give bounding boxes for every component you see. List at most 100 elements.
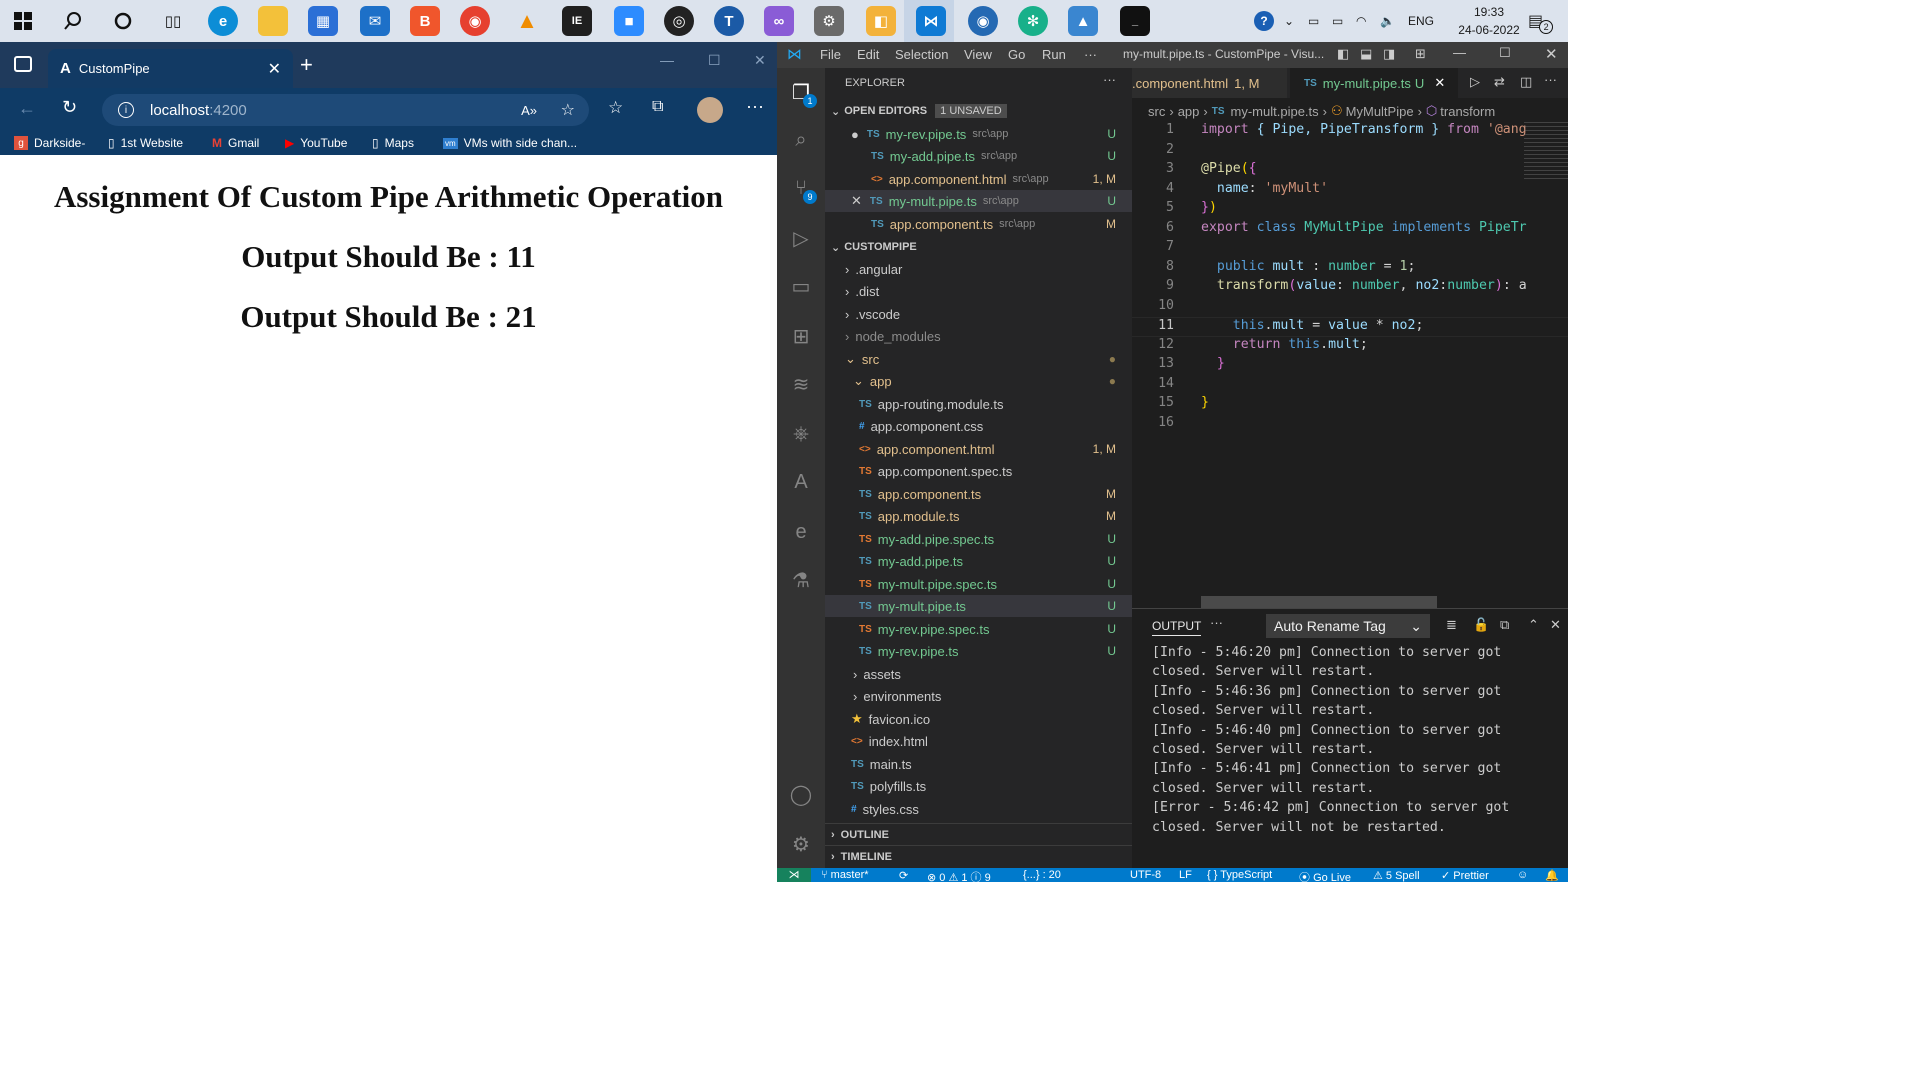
file-item[interactable]: TS my-add.pipe.spec.ts U	[825, 528, 1132, 550]
file-item[interactable]: TS my-add.pipe.ts U	[825, 550, 1132, 572]
minimize-icon[interactable]: —	[660, 52, 674, 68]
windows-start-icon[interactable]	[8, 6, 38, 36]
task-view-icon[interactable]: ▯▯	[158, 6, 188, 36]
editor-tab-my-mult[interactable]: TS my-mult.pipe.ts U ✕	[1290, 68, 1458, 98]
language-indicator[interactable]: ENG	[1408, 0, 1434, 42]
collections-icon[interactable]: ⧉	[652, 98, 663, 116]
open-editor-item[interactable]: ● TS my-rev.pipe.ts src\app U	[825, 123, 1132, 145]
file-item[interactable]: <> app.component.html 1, M	[825, 438, 1132, 460]
refresh-icon[interactable]: ↻	[62, 97, 77, 118]
toggle-sidebar-icon[interactable]: ◧	[1337, 46, 1349, 62]
eol-indicator[interactable]: LF	[1179, 869, 1192, 881]
outline-header[interactable]: › OUTLINE	[825, 823, 1132, 845]
file-item[interactable]: TS app.component.spec.ts	[825, 460, 1132, 482]
lock-scroll-icon[interactable]: 🔓	[1473, 617, 1489, 633]
tray-help-icon[interactable]: ?	[1254, 0, 1274, 42]
maximize-icon[interactable]: ☐	[1499, 45, 1511, 61]
menu-selection[interactable]: Selection	[895, 47, 948, 62]
maximize-icon[interactable]: ☐	[708, 52, 721, 69]
favorite-vms[interactable]: vm VMs with side chan...	[443, 136, 577, 150]
extensions-icon[interactable]: ⊞	[787, 322, 815, 350]
file-item[interactable]: ★ favicon.ico	[825, 708, 1132, 730]
minimap[interactable]	[1524, 122, 1568, 182]
toggle-secondary-sidebar-icon[interactable]: ◨	[1383, 46, 1395, 62]
open-editor-item[interactable]: TS app.component.ts src\app M	[825, 213, 1132, 235]
maximize-panel-icon[interactable]: ⌃	[1528, 617, 1539, 633]
tab-actions-icon[interactable]	[14, 56, 32, 72]
customize-layout-icon[interactable]: ⊞	[1415, 46, 1426, 62]
mail-icon[interactable]: ✉	[360, 6, 390, 36]
folder-app[interactable]: ⌄ app ●	[825, 370, 1132, 392]
battery-icon[interactable]: ▭	[1332, 0, 1343, 42]
photos-icon[interactable]: ▲	[1068, 6, 1098, 36]
profile-avatar[interactable]	[697, 97, 723, 123]
prettier-indicator[interactable]: ✓ Prettier	[1441, 869, 1489, 882]
breadcrumb-item[interactable]: my-mult.pipe.ts	[1231, 104, 1319, 119]
open-editor-item[interactable]: <> app.component.html src\app 1, M	[825, 168, 1132, 190]
compare-changes-icon[interactable]: ⇄	[1494, 74, 1505, 90]
explorer-more-icon[interactable]: ···	[1103, 72, 1116, 87]
close-tab-icon[interactable]: ✕	[1434, 75, 1445, 91]
tray-usb-icon[interactable]: ▭	[1308, 0, 1319, 42]
menu-more[interactable]: ···	[1084, 47, 1097, 62]
file-item-selected[interactable]: TS my-mult.pipe.ts U	[825, 595, 1132, 617]
add-favorite-icon[interactable]: ☆	[561, 100, 575, 120]
open-editor-item-active[interactable]: ✕ TS my-mult.pipe.ts src\app U	[825, 190, 1132, 212]
problems-indicator[interactable]: ⊗ 0 ⚠ 1 ⓘ 9	[927, 869, 991, 882]
back-icon[interactable]: ←	[18, 98, 36, 119]
visual-studio-icon[interactable]: ∞	[764, 6, 794, 36]
address-bar[interactable]: i localhost:4200 A» ☆	[102, 94, 589, 126]
encoding-indicator[interactable]: UTF-8	[1130, 869, 1161, 881]
obs-icon[interactable]: ◎	[664, 6, 694, 36]
vlc-icon[interactable]: ▲	[512, 6, 542, 36]
menu-go[interactable]: Go	[1008, 47, 1025, 62]
language-mode[interactable]: { } TypeScript	[1207, 869, 1272, 881]
docker-icon[interactable]: ≋	[787, 370, 815, 398]
browser-tab-custompipe[interactable]: A CustomPipe ✕	[48, 49, 293, 88]
edge-icon[interactable]: e	[208, 6, 238, 36]
store-icon[interactable]: ▦	[308, 6, 338, 36]
folder-src[interactable]: ⌄ src ●	[825, 348, 1132, 370]
app-disc-icon[interactable]: ◉	[968, 6, 998, 36]
volume-icon[interactable]: 🔈	[1380, 0, 1395, 42]
edge-devtools-icon[interactable]: e	[787, 518, 815, 546]
close-tab-icon[interactable]: ✕	[268, 59, 281, 79]
search-icon[interactable]	[58, 6, 88, 36]
clear-output-icon[interactable]: ≣	[1446, 617, 1457, 633]
zoom-icon[interactable]: ■	[614, 6, 644, 36]
run-debug-icon[interactable]: ▷	[787, 224, 815, 252]
sync-icon[interactable]: ⟳	[899, 869, 908, 882]
read-aloud-icon[interactable]: A»	[521, 103, 537, 118]
accounts-icon[interactable]: ◯	[787, 780, 815, 808]
terminal-icon[interactable]: _	[1120, 6, 1150, 36]
app-tool-icon[interactable]: ⚙	[814, 6, 844, 36]
source-control-icon[interactable]: ⑂ 9	[787, 174, 817, 204]
go-live-button[interactable]: ⦿ Go Live	[1299, 869, 1351, 882]
favorite-youtube[interactable]: ▶ YouTube	[285, 136, 347, 150]
wifi-icon[interactable]: ◠	[1356, 0, 1366, 42]
panel-tab-output[interactable]: OUTPUT	[1152, 619, 1202, 636]
angular-icon[interactable]: A	[787, 468, 815, 496]
favorite-gmail[interactable]: M Gmail	[212, 136, 259, 150]
file-item[interactable]: TS app.module.ts M	[825, 505, 1132, 527]
close-window-icon[interactable]: ✕	[1545, 45, 1558, 63]
favorite-maps[interactable]: ▯ Maps	[372, 136, 414, 150]
cortana-icon[interactable]	[108, 6, 138, 36]
clock[interactable]: 19:33 24-06-2022	[1456, 3, 1522, 39]
spell-indicator[interactable]: ⚠ 5 Spell	[1373, 869, 1420, 882]
output-channel-select[interactable]: Auto Rename Tag ⌄	[1266, 614, 1430, 638]
file-item[interactable]: TS polyfills.ts	[825, 775, 1132, 797]
editor-tab-app-html[interactable]: .component.html 1, M	[1132, 68, 1287, 98]
close-window-icon[interactable]: ✕	[754, 52, 766, 69]
folder-item[interactable]: › node_modules	[825, 325, 1132, 347]
app-t-icon[interactable]: T	[714, 6, 744, 36]
explorer-icon[interactable]: ❐ 1	[787, 78, 817, 108]
file-item[interactable]: # styles.css	[825, 798, 1132, 820]
favorite-darkside[interactable]: g Darkside-	[14, 136, 85, 150]
file-item[interactable]: TS app.component.ts M	[825, 483, 1132, 505]
git-branch[interactable]: ⑂ master*	[821, 869, 869, 881]
timeline-header[interactable]: › TIMELINE	[825, 845, 1132, 867]
open-editors-header[interactable]: ⌄ OPEN EDITORS 1 UNSAVED	[825, 100, 1132, 122]
file-item[interactable]: TS my-rev.pipe.spec.ts U	[825, 618, 1132, 640]
atom-icon[interactable]: ✻	[1018, 6, 1048, 36]
